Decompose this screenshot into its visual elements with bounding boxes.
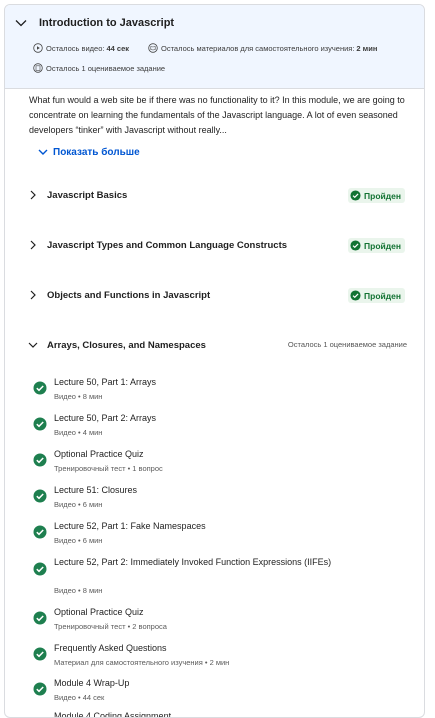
check-circle-icon (33, 489, 47, 503)
item-title: Lecture 52, Part 1: Fake Namespaces (54, 521, 206, 531)
meta-graded-text: Осталось 1 оцениваемое задание (46, 63, 166, 73)
check-circle-icon (33, 647, 47, 661)
item-title: Lecture 51: Closures (54, 485, 138, 495)
lesson-javascript-basics[interactable]: Javascript Basics Пройден (27, 185, 407, 205)
item-subtitle: Видео • 6 мин (54, 500, 103, 509)
item-title: Lecture 52, Part 2: Immediately Invoked … (54, 557, 332, 567)
lesson-title: Objects and Functions in Javascript (47, 289, 211, 301)
check-circle-icon (33, 682, 47, 696)
item-subtitle: Тренировочный тест • 2 вопроса (54, 622, 167, 631)
lesson-objects-functions[interactable]: Objects and Functions in Javascript Прой… (27, 285, 407, 305)
chevron-down-icon (15, 20, 27, 27)
lesson-title: Javascript Types and Common Language Con… (47, 239, 288, 251)
item-title: Optional Practice Quiz (54, 607, 144, 617)
module-description: What fun would a web site be if there wa… (29, 95, 405, 135)
play-circle-icon (33, 43, 43, 53)
book-icon (148, 43, 158, 53)
item-subtitle: Материал для самостоятельного изучения •… (54, 658, 230, 667)
chevron-down-icon (28, 342, 38, 348)
status-badge: Пройден (348, 188, 405, 203)
check-circle-icon (33, 525, 47, 539)
chevron-right-icon (30, 190, 36, 200)
meta-video: Осталось видео: 44 сек (33, 43, 129, 53)
chevron-down-icon (38, 149, 48, 155)
status-label: Пройден (364, 290, 401, 301)
meta-reading-label: Осталось материалов для самостоятельного… (161, 43, 355, 53)
status-label: Пройден (364, 190, 401, 201)
lesson-javascript-types[interactable]: Javascript Types and Common Language Con… (27, 235, 407, 255)
check-circle-icon (33, 562, 47, 576)
module-title-row[interactable]: Introduction to Javascript (13, 15, 174, 31)
check-circle-icon (350, 290, 361, 301)
lesson-title: Javascript Basics (47, 189, 128, 201)
item-subtitle: Видео • 4 мин (54, 428, 103, 437)
chevron-right-icon (30, 290, 36, 300)
meta-reading-value: 2 мин (356, 43, 378, 53)
module-title: Introduction to Javascript (39, 17, 175, 29)
show-more-button[interactable]: Показать больше (37, 146, 140, 158)
check-circle-icon (350, 240, 361, 251)
item-title: Lecture 50, Part 2: Arrays (54, 413, 157, 423)
item-title: Frequently Asked Questions (54, 643, 167, 653)
check-circle-icon (33, 453, 47, 467)
status-badge: Пройден (348, 288, 405, 303)
module-panel: Introduction to Javascript Осталось виде… (4, 4, 425, 718)
module-header[interactable]: Introduction to Javascript Осталось виде… (5, 5, 424, 89)
meta-reading: Осталось материалов для самостоятельного… (148, 43, 377, 53)
item-title: Module 4 Wrap-Up (54, 678, 130, 688)
item-subtitle: Видео • 8 мин (54, 392, 103, 401)
check-circle-icon (33, 611, 47, 625)
lesson-title: Arrays, Closures, and Namespaces (47, 339, 206, 351)
item-title: Lecture 50, Part 1: Arrays (54, 377, 157, 387)
meta-graded: Осталось 1 оцениваемое задание (33, 63, 165, 73)
meta-video-label: Осталось видео: (46, 43, 105, 53)
item-subtitle: Видео • 44 сек (54, 693, 105, 702)
check-circle-icon (33, 417, 47, 431)
lesson-remaining: Осталось 1 оцениваемое задание (287, 340, 407, 349)
show-more-label: Показать больше (53, 146, 140, 158)
item-title: Optional Practice Quiz (54, 449, 144, 459)
item-subtitle: Видео • 6 мин (54, 536, 103, 545)
graded-assignment-icon (33, 63, 43, 73)
check-circle-icon (350, 190, 361, 201)
lesson-arrays-closures[interactable]: Arrays, Closures, and Namespaces Осталос… (27, 335, 407, 355)
chevron-right-icon (30, 240, 36, 250)
status-label: Пройден (364, 240, 401, 251)
item-subtitle: Тренировочный тест • 1 вопрос (54, 464, 163, 473)
status-badge: Пройден (348, 238, 405, 253)
meta-video-value: 44 сек (106, 43, 129, 53)
check-circle-icon (33, 381, 47, 395)
item-subtitle: Видео • 8 мин (54, 586, 103, 595)
